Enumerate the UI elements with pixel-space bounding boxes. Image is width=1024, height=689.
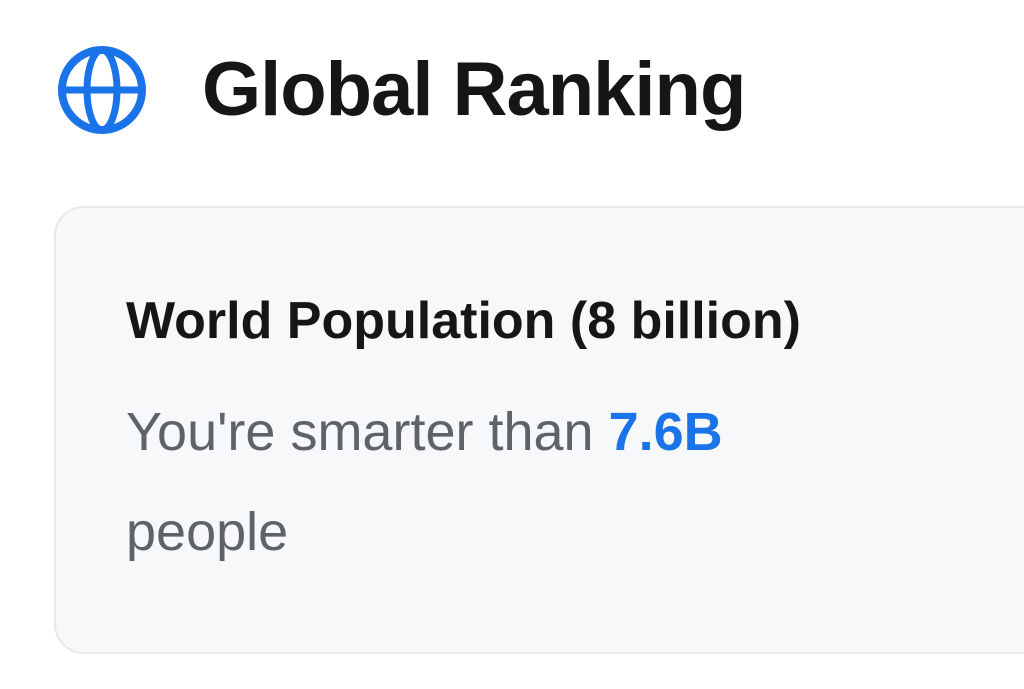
world-population-title: World Population (8 billion) [126, 292, 801, 350]
world-population-card: World Population (8 billion) You're smar… [54, 206, 1024, 654]
global-ranking-panel: Global Ranking World Population (8 billi… [0, 0, 1024, 689]
section-title: Global Ranking [202, 47, 746, 132]
ranking-highlight-value: 7.6B [608, 402, 723, 463]
ranking-description: You're smarter than 7.6B people [126, 382, 896, 582]
section-header: Global Ranking [56, 40, 746, 140]
ranking-text-suffix: people [126, 502, 289, 563]
globe-icon [56, 44, 148, 136]
ranking-text-prefix: You're smarter than [126, 402, 594, 463]
